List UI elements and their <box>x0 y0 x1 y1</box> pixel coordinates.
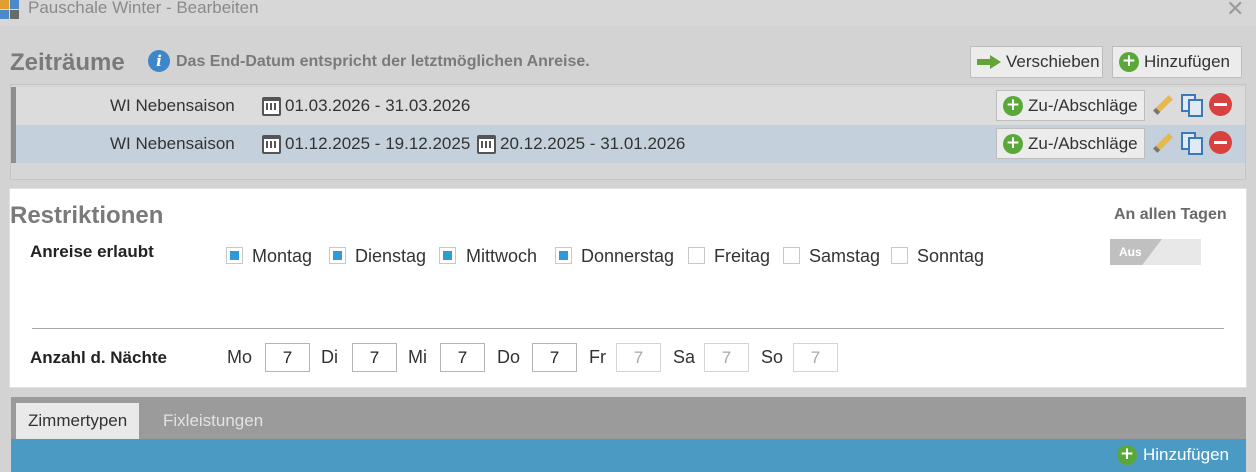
period-row[interactable]: WI Nebensaison 01.12.2025 - 19.12.2025 2… <box>11 125 1245 163</box>
nights-input-do[interactable] <box>532 343 577 372</box>
periods-list: WI Nebensaison 01.03.2026 - 31.03.2026 +… <box>10 84 1246 180</box>
weekday-label: Montag <box>252 246 313 266</box>
add-period-label: Hinzufügen <box>1144 52 1231 71</box>
nights-input-fr <box>616 343 661 372</box>
add-period-button[interactable]: + Hinzufügen <box>1112 46 1242 78</box>
weekday-label: Dienstag <box>355 246 427 266</box>
checkbox-samstag[interactable] <box>783 247 800 264</box>
move-button-label: Verschieben <box>1006 52 1100 71</box>
date-range[interactable]: 20.12.2025 - 31.01.2026 <box>477 134 685 154</box>
night-day-label: Mi <box>408 347 427 367</box>
edit-icon[interactable] <box>1150 130 1176 156</box>
periods-info-text: Das End-Datum entspricht der letztmöglic… <box>176 53 590 70</box>
arrow-right-icon <box>977 55 1001 69</box>
window-title: Pauschale Winter - Bearbeiten <box>28 0 259 17</box>
weekday-label: Freitag <box>714 246 771 266</box>
period-name: WI Nebensaison <box>110 134 235 153</box>
info-icon: i <box>148 50 170 72</box>
calendar-icon <box>477 134 496 154</box>
app-icon <box>0 0 20 20</box>
tab-bar: Zimmertypen Fixleistungen <box>11 397 1246 439</box>
date-range[interactable]: 01.03.2026 - 31.03.2026 <box>262 96 470 116</box>
nights-input-sa <box>704 343 749 372</box>
edit-icon[interactable] <box>1150 92 1176 118</box>
plus-icon: + <box>1003 133 1023 154</box>
date-range-text: 01.03.2026 - 31.03.2026 <box>285 96 471 115</box>
checkbox-freitag[interactable] <box>688 247 705 264</box>
weekday-label: Sonntag <box>917 246 985 266</box>
nights-input-mo[interactable] <box>265 343 310 372</box>
nights-label: Anzahl d. Nächte <box>30 348 167 367</box>
date-range-text: 01.12.2025 - 19.12.2025 <box>285 134 471 153</box>
move-button[interactable]: Verschieben <box>970 46 1103 78</box>
nights-input-di[interactable] <box>352 343 397 372</box>
nights-input-so <box>793 343 838 372</box>
period-row[interactable]: WI Nebensaison 01.03.2026 - 31.03.2026 +… <box>11 87 1245 125</box>
period-name: WI Nebensaison <box>110 96 235 115</box>
night-day-label: Fr <box>589 347 606 367</box>
surcharge-label: Zu-/Abschläge <box>1028 133 1138 153</box>
night-day-label: So <box>761 347 784 367</box>
all-days-label: An allen Tagen <box>1114 206 1227 223</box>
checkbox-donnerstag[interactable] <box>555 247 572 264</box>
weekday-label: Donnerstag <box>581 246 675 266</box>
surcharge-button[interactable]: + Zu-/Abschläge <box>996 90 1145 121</box>
remove-icon[interactable] <box>1208 92 1234 118</box>
checkbox-sonntag[interactable] <box>891 247 908 264</box>
date-range[interactable]: 01.12.2025 - 19.12.2025 <box>262 134 470 154</box>
add-roomtype-button[interactable]: + Hinzufügen <box>1117 445 1229 465</box>
toggle-state-label: Aus <box>1119 245 1142 259</box>
weekday-label: Mittwoch <box>466 246 538 266</box>
tab-fixleistungen[interactable]: Fixleistungen <box>151 403 275 439</box>
tab-toolbar: + Hinzufügen <box>11 439 1246 472</box>
checkbox-montag[interactable] <box>226 247 243 264</box>
surcharge-button[interactable]: + Zu-/Abschläge <box>996 128 1145 159</box>
night-day-label: Mo <box>227 347 253 367</box>
plus-icon: + <box>1119 52 1139 72</box>
copy-icon[interactable] <box>1179 130 1205 156</box>
plus-icon: + <box>1003 95 1023 116</box>
divider <box>32 328 1224 329</box>
restrictions-title: Restriktionen <box>10 202 164 229</box>
night-day-label: Di <box>321 347 338 367</box>
weekday-label: Samstag <box>809 246 881 266</box>
calendar-icon <box>262 96 281 116</box>
night-day-label: Do <box>497 347 521 367</box>
arrival-label: Anreise erlaubt <box>30 242 154 261</box>
add-roomtype-label: Hinzufügen <box>1143 445 1230 464</box>
checkbox-mittwoch[interactable] <box>439 247 456 264</box>
surcharge-label: Zu-/Abschläge <box>1028 95 1138 115</box>
date-range-text: 20.12.2025 - 31.01.2026 <box>500 134 686 153</box>
all-days-toggle[interactable]: Aus <box>1110 239 1201 265</box>
close-icon[interactable]: ✕ <box>1226 0 1244 22</box>
night-day-label: Sa <box>673 347 696 367</box>
copy-icon[interactable] <box>1179 92 1205 118</box>
remove-icon[interactable] <box>1208 130 1234 156</box>
checkbox-dienstag[interactable] <box>329 247 346 264</box>
plus-icon: + <box>1117 445 1137 465</box>
periods-title: Zeiträume <box>10 49 125 76</box>
tab-zimmertypen[interactable]: Zimmertypen <box>16 403 140 439</box>
calendar-icon <box>262 134 281 154</box>
nights-input-mi[interactable] <box>440 343 485 372</box>
